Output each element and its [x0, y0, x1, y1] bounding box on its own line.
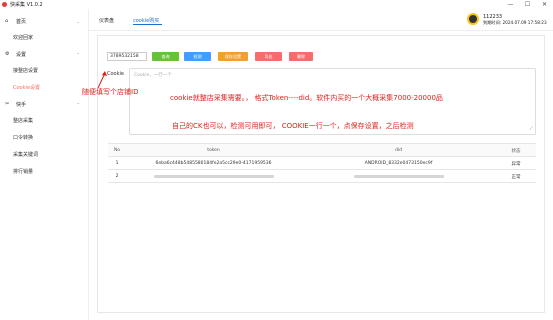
maximize-button[interactable]: ☐ [519, 0, 536, 9]
row-did: ANDROID_8332e0473150ec9f [364, 161, 433, 166]
avatar[interactable] [467, 13, 479, 25]
expiry-time: 到期时间: 2024.07.09 17:58:23 [483, 20, 547, 25]
tab-cookie-purchase[interactable]: cookie购买 [133, 17, 159, 24]
table-row[interactable]: 2 正常 [108, 170, 536, 183]
sidebar-item-code-convert[interactable]: 口令转换 [0, 129, 88, 146]
row-token-redacted [126, 170, 301, 183]
check-button[interactable]: 检测 [184, 52, 211, 61]
table-row[interactable]: 1 6eba6c448b5485580184fe2a5cc29e0-417195… [108, 157, 536, 170]
sidebar-item-welcome[interactable]: 欢迎回家 [0, 29, 88, 46]
shop-id-input[interactable]: 3789532158 [107, 52, 147, 61]
delete-button[interactable]: 删除 [289, 52, 313, 61]
sidebar-item-shop-collect[interactable]: 整店采集 [0, 112, 88, 129]
gear-icon: ⚙ [5, 51, 10, 57]
window-controls: — ☐ ✕ [502, 0, 553, 9]
app-title: 快采集 V1.0.2 [10, 2, 43, 8]
sidebar-group-label: 设置 [16, 51, 27, 58]
chevron-down-icon: ⌄ [76, 18, 80, 24]
sidebar-item-keyword-collect[interactable]: 采集关键词 [0, 146, 88, 163]
column-header-status: 状态 [511, 148, 521, 154]
sidebar-group-settings[interactable]: ⚙ 设置 ⌃ [0, 46, 88, 62]
annotation-usage-note: 自己的CK也可以，检测可用即可， COOKIE一行一个，点保存设置，之后检测 [172, 122, 414, 130]
sidebar-group-home[interactable]: ⌂ 首页 ⌄ [0, 13, 88, 29]
row-status: 异常 [511, 161, 521, 167]
chevron-up-icon: ⌃ [76, 101, 80, 107]
top-header: 仪表盘 cookie购买 112233 到期时间: 2024.07.09 17:… [89, 9, 553, 31]
tab-dashboard[interactable]: 仪表盘 [99, 17, 114, 24]
sidebar-item-cookie-settings[interactable]: Cookie设置 [0, 79, 88, 96]
column-header-no: No [113, 148, 121, 153]
sidebar-group-kuaishou[interactable]: ✂ 快手 ⌃ [0, 96, 88, 112]
sidebar-item-shop-settings[interactable]: 接整店设置 [0, 62, 88, 79]
chevron-up-icon: ⌃ [76, 51, 80, 57]
annotation-shop-hint: 随便填写个店铺ID [82, 88, 139, 96]
save-settings-button[interactable]: 保存设置 [218, 52, 248, 61]
column-header-did: did [395, 148, 402, 153]
sidebar: ⌂ 首页 ⌄ 欢迎回家 ⚙ 设置 ⌃ 接整店设置 Cookie设置 ✂ 快手 ⌃… [0, 9, 89, 320]
column-header-token: token [207, 148, 220, 153]
redacted-bar [153, 175, 274, 178]
cookie-textarea[interactable]: Cookie，一行一个 cookie就整店采集需要。， 格式Token----d… [129, 68, 536, 135]
kuaishou-icon: ✂ [5, 101, 10, 107]
cookie-label: Cookie [107, 71, 124, 77]
row-token: 6eba6c448b5485580184fe2a5cc29e0-41719595… [155, 161, 272, 166]
export-button[interactable]: 导出 [255, 52, 282, 61]
annotation-format-note: cookie就整店采集需要。， 格式Token----did。软件内买的一个大概… [170, 94, 443, 102]
cookie-table: No token did 状态 1 6eba6c448b5485580184fe… [108, 143, 536, 183]
active-tab-indicator [133, 24, 162, 25]
cookie-placeholder: Cookie，一行一个 [134, 73, 172, 78]
cookie-panel: 3789532158 查询 检测 保存设置 导出 删除 Cookie Cooki… [97, 35, 545, 313]
sidebar-group-label: 首页 [16, 18, 27, 25]
row-status: 正常 [511, 174, 521, 180]
close-button[interactable]: ✕ [536, 0, 553, 9]
sidebar-group-label: 快手 [16, 101, 27, 108]
app-logo-icon [2, 2, 7, 7]
redacted-bar [353, 175, 444, 178]
row-no: 2 [115, 174, 119, 179]
minimize-button[interactable]: — [502, 0, 519, 9]
resize-grip-icon[interactable]: ⟋ [529, 126, 533, 132]
query-button[interactable]: 查询 [152, 52, 179, 61]
table-header-row: No token did 状态 [108, 144, 536, 157]
row-did-redacted [301, 170, 496, 183]
sidebar-item-sales-rank[interactable]: 排行销量 [0, 163, 88, 180]
annotation-arrow-icon [97, 71, 107, 89]
row-no: 1 [115, 161, 119, 166]
title-bar: 快采集 V1.0.2 — ☐ ✕ [0, 0, 553, 9]
home-icon: ⌂ [5, 18, 9, 24]
